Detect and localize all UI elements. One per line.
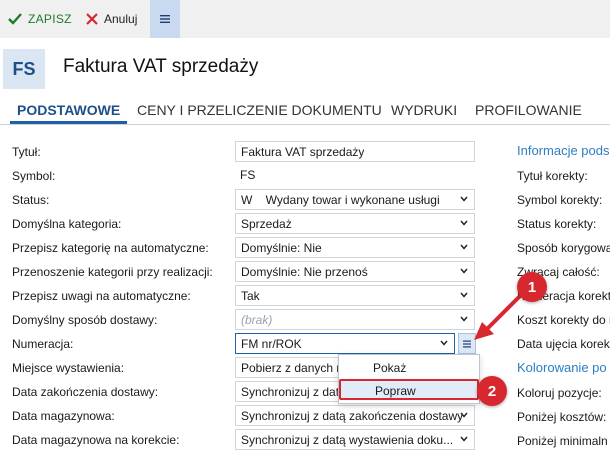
field-label: Symbol: bbox=[12, 169, 56, 183]
form-row-uwagi: Przepisz uwagi na automatyczne: Tak bbox=[0, 284, 480, 308]
right-label: Tytuł korekty: bbox=[517, 169, 588, 183]
numbering-popup-menu: Pokaż Popraw bbox=[338, 354, 480, 404]
right-label: Poniżej kosztów: bbox=[517, 410, 607, 424]
form-row-data-magazynowa: Data magazynowa: Synchronizuj z datą zak… bbox=[0, 404, 480, 428]
chevron-down-icon bbox=[460, 316, 468, 322]
section-title-coloring: Kolorowanie po bbox=[517, 360, 607, 375]
save-button[interactable]: ZAPISZ bbox=[8, 0, 72, 38]
toolbar: ZAPISZ Anuluj bbox=[0, 0, 610, 38]
tab-wydruki[interactable]: WYDRUKI bbox=[384, 96, 464, 124]
delivery-method-select[interactable]: (brak) bbox=[235, 309, 475, 330]
right-label: Sposób korygowa bbox=[517, 241, 610, 255]
chevron-down-icon bbox=[460, 292, 468, 298]
default-category-select[interactable]: Sprzedaż bbox=[235, 213, 475, 234]
document-type-badge: FS bbox=[3, 49, 45, 89]
right-label: Symbol korekty: bbox=[517, 193, 603, 207]
form-row-tytul: Tytuł: Faktura VAT sprzedaży bbox=[0, 140, 480, 164]
right-label: Data ujęcia korekt bbox=[517, 337, 610, 351]
page-title: Faktura VAT sprzedaży bbox=[63, 56, 259, 77]
chevron-down-icon bbox=[460, 220, 468, 226]
field-label: Data zakończenia dostawy: bbox=[12, 385, 159, 399]
hamburger-icon bbox=[160, 15, 170, 23]
field-label: Domyślna kategoria: bbox=[12, 217, 122, 231]
chevron-down-icon bbox=[460, 268, 468, 274]
copy-notes-select[interactable]: Tak bbox=[235, 285, 475, 306]
form-row-numeracja: Numeracja: FM nr/ROK bbox=[0, 332, 480, 356]
tab-podstawowe[interactable]: PODSTAWOWE bbox=[10, 96, 128, 124]
menu-item-pokaz[interactable]: Pokaż bbox=[339, 358, 479, 379]
field-label: Przenoszenie kategorii przy realizacji: bbox=[12, 265, 213, 279]
section-title-info: Informacje pods bbox=[517, 143, 610, 158]
field-label: Przepisz kategorię na automatyczne: bbox=[12, 241, 209, 255]
form-row-przepisz-kategorie: Przepisz kategorię na automatyczne: Domy… bbox=[0, 236, 480, 260]
field-label: Tytuł: bbox=[12, 145, 41, 159]
chevron-down-icon bbox=[460, 412, 468, 418]
form-row-data-magazynowa-korekta: Data magazynowa na korekcie: Synchronizu… bbox=[0, 428, 480, 452]
check-icon bbox=[8, 13, 22, 25]
menu-item-popraw[interactable]: Popraw bbox=[339, 379, 479, 400]
field-label: Domyślny sposób dostawy: bbox=[12, 313, 158, 327]
hamburger-menu-button[interactable] bbox=[150, 0, 180, 38]
copy-category-select[interactable]: Domyślnie: Nie bbox=[235, 237, 475, 258]
field-label: Numeracja: bbox=[12, 337, 74, 351]
tab-bar: PODSTAWOWE CENY I PRZELICZENIE DOKUMENTU… bbox=[0, 96, 610, 125]
save-button-label: ZAPISZ bbox=[28, 12, 72, 26]
title-input[interactable]: Faktura VAT sprzedaży bbox=[235, 141, 475, 162]
symbol-value: FS bbox=[235, 165, 475, 186]
correction-warehouse-date-select[interactable]: Synchronizuj z datą wystawienia doku... bbox=[235, 429, 475, 450]
form-row-przenoszenie: Przenoszenie kategorii przy realizacji: … bbox=[0, 260, 480, 284]
tab-ceny[interactable]: CENY I PRZELICZENIE DOKUMENTU bbox=[130, 96, 389, 124]
right-label: Poniżej minimaln bbox=[517, 434, 608, 448]
document-header: FS Faktura VAT sprzedaży bbox=[0, 46, 610, 92]
field-label: Status: bbox=[12, 193, 50, 207]
tab-profilowanie[interactable]: PROFILOWANIE bbox=[468, 96, 589, 124]
field-label: Przepisz uwagi na automatyczne: bbox=[12, 289, 191, 303]
form-row-dostawa: Domyślny sposób dostawy: (brak) bbox=[0, 308, 480, 332]
close-icon bbox=[86, 13, 98, 25]
chevron-down-icon bbox=[440, 340, 448, 346]
chevron-down-icon bbox=[460, 244, 468, 250]
cancel-button-label: Anuluj bbox=[104, 12, 138, 26]
category-transfer-select[interactable]: Domyślnie: Nie przenoś bbox=[235, 261, 475, 282]
callout-badge-2: 2 bbox=[477, 376, 507, 406]
chevron-down-icon bbox=[460, 436, 468, 442]
right-label: Koszt korekty do r bbox=[517, 313, 610, 327]
numbering-select[interactable]: FM nr/ROK bbox=[235, 333, 455, 354]
chevron-down-icon bbox=[460, 196, 468, 202]
warehouse-date-select[interactable]: Synchronizuj z datą zakończenia dostawy bbox=[235, 405, 475, 426]
form-row-kategoria: Domyślna kategoria: Sprzedaż bbox=[0, 212, 480, 236]
form-row-symbol: Symbol: FS bbox=[0, 164, 480, 188]
status-select[interactable]: W Wydany towar i wykonane usługi bbox=[235, 189, 475, 210]
right-label: Status korekty: bbox=[517, 217, 597, 231]
form-row-status: Status: W Wydany towar i wykonane usługi bbox=[0, 188, 480, 212]
cancel-button[interactable]: Anuluj bbox=[86, 0, 137, 38]
callout-badge-1: 1 bbox=[517, 272, 547, 302]
field-label: Miejsce wystawienia: bbox=[12, 361, 125, 375]
right-label: Koloruj pozycje: bbox=[517, 386, 602, 400]
field-label: Data magazynowa: bbox=[12, 409, 115, 423]
field-label: Data magazynowa na korekcie: bbox=[12, 433, 180, 447]
